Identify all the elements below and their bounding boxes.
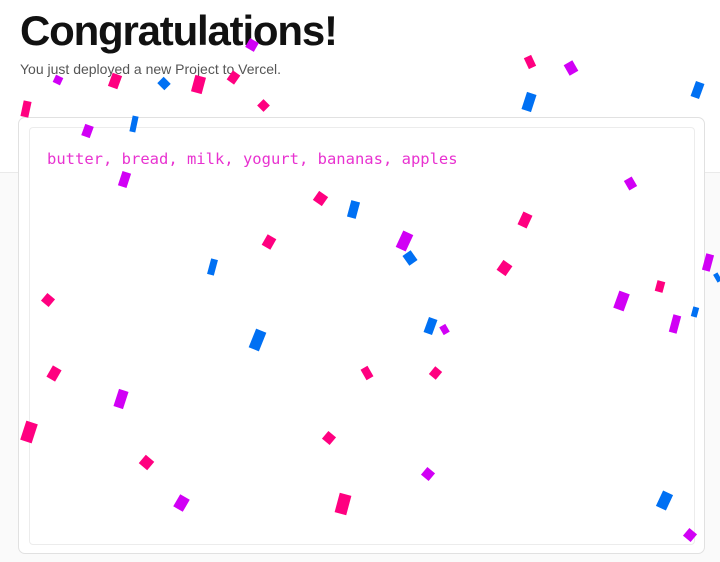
list-text: butter, bread, milk, yogurt, bananas, ap…: [47, 150, 458, 168]
confetti-piece: [157, 76, 171, 91]
confetti-piece: [20, 100, 32, 118]
page-title: Congratulations!: [20, 7, 338, 54]
preview-frame: butter, bread, milk, yogurt, bananas, ap…: [29, 127, 695, 545]
deploy-success-page: Congratulations! You just deployed a new…: [0, 0, 720, 562]
confetti-piece: [690, 80, 705, 100]
confetti-piece: [563, 60, 579, 76]
confetti-piece: [257, 99, 270, 112]
confetti-piece: [521, 91, 537, 113]
preview-card: butter, bread, milk, yogurt, bananas, ap…: [18, 117, 705, 554]
page-header: Congratulations! You just deployed a new…: [20, 6, 338, 78]
confetti-piece: [523, 54, 537, 70]
page-subtitle: You just deployed a new Project to Verce…: [20, 61, 281, 77]
